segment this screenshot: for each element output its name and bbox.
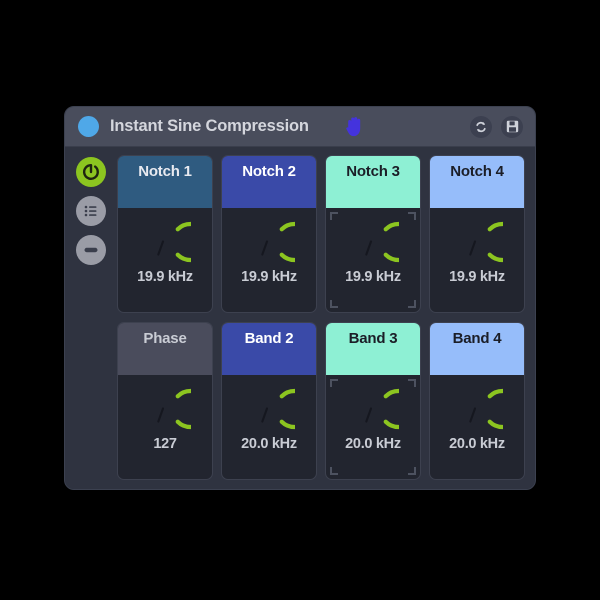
card-body-band-2: 20.0 kHz xyxy=(222,375,316,479)
card-body-band-3: 20.0 kHz xyxy=(326,375,420,479)
card-body-phase: 127 xyxy=(118,375,212,479)
card-label: Band 3 xyxy=(349,330,398,347)
card-value: 20.0 kHz xyxy=(241,436,297,452)
slider-icon xyxy=(82,241,100,259)
selection-corner-tr xyxy=(408,379,416,387)
card-label: Band 4 xyxy=(453,330,502,347)
card-body-notch-1: 19.9 kHz xyxy=(118,208,212,312)
parameter-card-notch-2[interactable]: Notch 2 19.9 kHz xyxy=(221,155,317,313)
knob-pointer xyxy=(470,242,475,255)
sidebar-item-list-view[interactable] xyxy=(76,196,106,226)
parameter-grid: Notch 1 19.9 kHz Notch 2 19.9 kHz Notch 3 19.… xyxy=(117,155,525,480)
knob-arc xyxy=(490,224,503,260)
title-bar: Instant Sine Compression xyxy=(65,107,535,147)
parameter-card-band-4[interactable]: Band 4 20.0 kHz xyxy=(429,322,525,480)
card-header-notch-2: Notch 2 xyxy=(222,156,316,208)
card-label: Phase xyxy=(143,330,186,347)
refresh-icon xyxy=(474,120,488,134)
blue-circle-logo-icon xyxy=(78,116,99,137)
window-body: Notch 1 19.9 kHz Notch 2 19.9 kHz Notch 3 19.… xyxy=(65,147,535,490)
parameter-card-phase[interactable]: Phase 127 xyxy=(117,322,213,480)
selection-corner-tr xyxy=(408,212,416,220)
card-label: Notch 3 xyxy=(346,163,400,180)
plugin-window: Instant Sine Compression xyxy=(64,106,536,490)
sidebar-item-slider-view[interactable] xyxy=(76,235,106,265)
card-label: Notch 2 xyxy=(242,163,296,180)
selection-corner-br xyxy=(408,300,416,308)
knob-pointer xyxy=(262,242,267,255)
parameter-card-band-3[interactable]: Band 3 20.0 kHz xyxy=(325,322,421,480)
knob-arc xyxy=(386,391,399,427)
card-label: Notch 4 xyxy=(450,163,504,180)
sidebar xyxy=(71,155,111,480)
card-label: Band 2 xyxy=(245,330,294,347)
knob-band-3[interactable] xyxy=(347,383,399,435)
card-header-notch-4: Notch 4 xyxy=(430,156,524,208)
floppy-disk-icon xyxy=(506,120,519,133)
knob-icon xyxy=(81,162,101,182)
knob-notch-2[interactable] xyxy=(243,216,295,268)
card-header-band-3: Band 3 xyxy=(326,323,420,375)
parameter-card-notch-1[interactable]: Notch 1 19.9 kHz xyxy=(117,155,213,313)
save-button[interactable] xyxy=(501,116,523,138)
parameter-card-notch-3[interactable]: Notch 3 19.9 kHz xyxy=(325,155,421,313)
knob-arc xyxy=(490,391,503,427)
parameter-card-notch-4[interactable]: Notch 4 19.9 kHz xyxy=(429,155,525,313)
card-value: 19.9 kHz xyxy=(241,269,297,285)
card-body-notch-4: 19.9 kHz xyxy=(430,208,524,312)
page-title: Instant Sine Compression xyxy=(110,117,309,136)
knob-phase[interactable] xyxy=(139,383,191,435)
selection-corner-tl xyxy=(330,212,338,220)
card-header-band-4: Band 4 xyxy=(430,323,524,375)
knob-pointer xyxy=(262,409,267,422)
knob-notch-3[interactable] xyxy=(347,216,399,268)
card-body-notch-2: 19.9 kHz xyxy=(222,208,316,312)
list-icon xyxy=(82,202,100,220)
knob-notch-4[interactable] xyxy=(451,216,503,268)
knob-pointer xyxy=(158,409,163,422)
knob-arc xyxy=(178,224,191,260)
card-value: 19.9 kHz xyxy=(137,269,193,285)
card-header-phase: Phase xyxy=(118,323,212,375)
knob-arc xyxy=(282,391,295,427)
selection-corner-bl xyxy=(330,300,338,308)
card-value: 19.9 kHz xyxy=(345,269,401,285)
card-value: 20.0 kHz xyxy=(449,436,505,452)
sidebar-item-knob-view[interactable] xyxy=(76,157,106,187)
knob-band-4[interactable] xyxy=(451,383,503,435)
card-value: 20.0 kHz xyxy=(345,436,401,452)
knob-pointer xyxy=(158,242,163,255)
parameter-card-band-2[interactable]: Band 2 20.0 kHz xyxy=(221,322,317,480)
card-value: 19.9 kHz xyxy=(449,269,505,285)
knob-arc xyxy=(282,224,295,260)
screen: Instant Sine Compression xyxy=(0,0,600,600)
selection-corner-br xyxy=(408,467,416,475)
refresh-button[interactable] xyxy=(470,116,492,138)
card-label: Notch 1 xyxy=(138,163,192,180)
selection-corner-tl xyxy=(330,379,338,387)
knob-pointer xyxy=(470,409,475,422)
card-body-band-4: 20.0 kHz xyxy=(430,375,524,479)
selection-corner-bl xyxy=(330,467,338,475)
knob-pointer xyxy=(366,409,371,422)
knob-band-2[interactable] xyxy=(243,383,295,435)
card-header-band-2: Band 2 xyxy=(222,323,316,375)
card-value: 127 xyxy=(153,436,176,452)
knob-arc xyxy=(178,391,191,427)
knob-notch-1[interactable] xyxy=(139,216,191,268)
knob-pointer xyxy=(366,242,371,255)
card-header-notch-1: Notch 1 xyxy=(118,156,212,208)
card-header-notch-3: Notch 3 xyxy=(326,156,420,208)
knob-arc xyxy=(386,224,399,260)
card-body-notch-3: 19.9 kHz xyxy=(326,208,420,312)
